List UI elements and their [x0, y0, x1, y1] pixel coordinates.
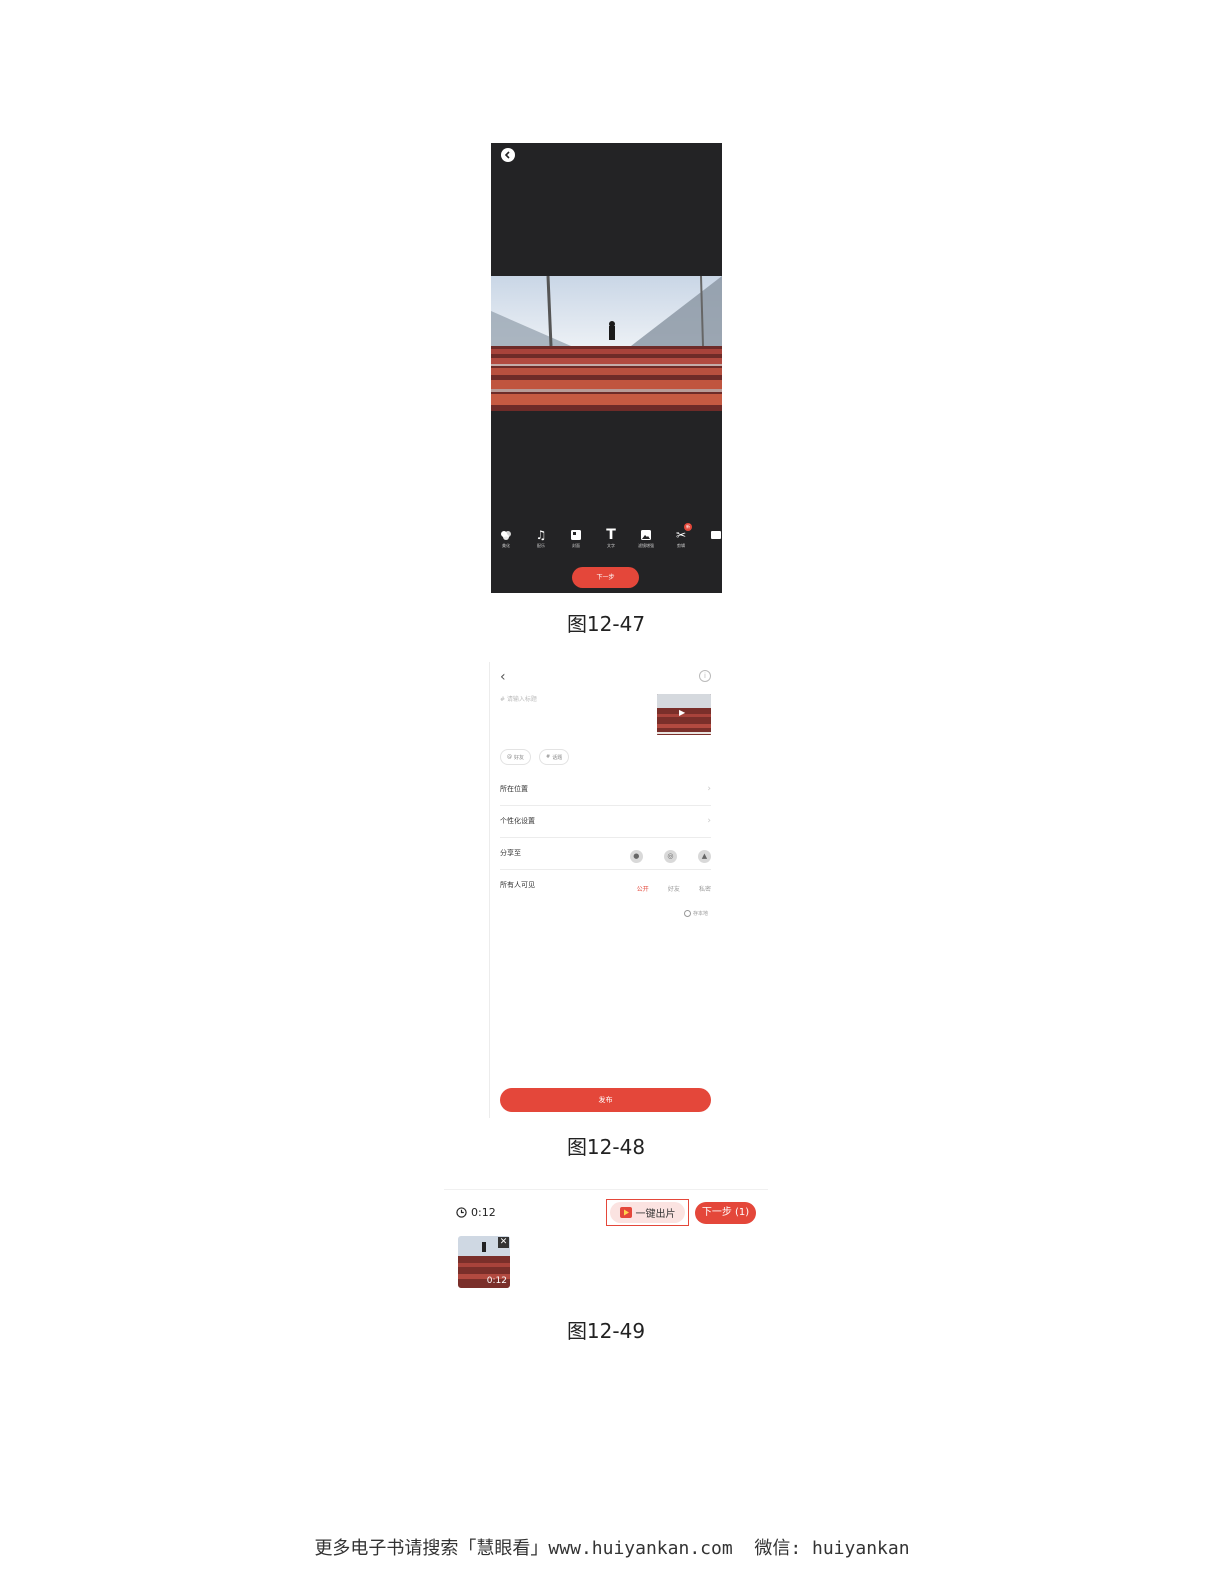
- video-thumbnail[interactable]: ▶: [657, 694, 711, 735]
- qq-icon[interactable]: ▲: [698, 849, 711, 863]
- scissors-icon: ✂ 新: [675, 523, 692, 542]
- tool-label: 剪辑: [677, 543, 685, 548]
- mention-friend-button[interactable]: @ 好友: [500, 749, 532, 765]
- text-icon: T: [606, 527, 616, 543]
- location-row[interactable]: 所在位置 ›: [500, 773, 711, 806]
- publish-screenshot: ‹ i # 请输入标题 ▶ @ 好友 # 话题 所在位置 › 个性化设置 › 分…: [489, 662, 722, 1118]
- one-click-highlight: 一键出片: [606, 1199, 689, 1226]
- footer-text: 更多电子书请搜索「慧眼看」www.huiyankan.com 微信: huiya…: [314, 1538, 910, 1559]
- save-local-toggle[interactable]: 存本地: [684, 910, 708, 917]
- video-play-icon: [619, 1207, 632, 1218]
- tool-beautify[interactable]: 美化: [495, 528, 517, 558]
- radio-icon: [684, 910, 691, 917]
- title-input[interactable]: # 请输入标题: [500, 694, 537, 703]
- tag-label: 好友: [514, 754, 525, 761]
- tag-row: @ 好友 # 话题: [500, 749, 570, 765]
- duration-text: 0:12: [471, 1206, 496, 1219]
- tool-music[interactable]: ♫ 配乐: [530, 528, 552, 558]
- music-note-icon: ♫: [535, 528, 547, 542]
- tool-label: 封面: [572, 543, 580, 548]
- new-badge: 新: [684, 523, 692, 531]
- play-icon: ▶: [679, 708, 686, 717]
- tool-label: 滤镜增强: [638, 543, 654, 548]
- tool-label: 美化: [502, 543, 510, 548]
- moments-icon[interactable]: ◎: [663, 849, 677, 863]
- more-icon: [709, 528, 722, 542]
- personalize-row[interactable]: 个性化设置 ›: [500, 805, 711, 838]
- tool-clip[interactable]: ✂ 新 剪辑: [670, 523, 692, 558]
- tag-label: 话题: [552, 754, 563, 761]
- row-label: 所在位置: [500, 785, 528, 793]
- chevron-left-icon: [504, 151, 510, 159]
- clock-icon: [456, 1207, 467, 1218]
- row-label: 分享至: [500, 849, 521, 857]
- hash-icon: #: [546, 754, 551, 760]
- tool-filter[interactable]: 滤镜增强: [635, 528, 657, 558]
- topic-button[interactable]: # 话题: [539, 749, 570, 765]
- next-step-button[interactable]: 下一步 (1): [695, 1202, 756, 1224]
- tool-label: 配乐: [537, 543, 545, 548]
- figure-caption: 图12-47: [566, 612, 646, 636]
- divider: [489, 662, 490, 1118]
- next-step-button[interactable]: 下一步: [572, 567, 639, 588]
- chevron-right-icon: ›: [707, 816, 711, 826]
- one-click-label: 一键出片: [635, 1209, 676, 1220]
- at-icon: @: [507, 754, 512, 760]
- visibility-friends[interactable]: 好友: [668, 886, 680, 893]
- row-label: 所有人可见: [500, 881, 535, 889]
- tool-more[interactable]: [705, 528, 722, 558]
- video-editor-screenshot: 美化 ♫ 配乐 封面 T 文字 滤镜增强 ✂ 新 剪辑 下一步: [491, 143, 722, 593]
- share-row: 分享至 ● ◎ ▲: [500, 837, 711, 870]
- figure-caption: 图12-49: [566, 1319, 646, 1343]
- wechat-icon[interactable]: ●: [629, 849, 643, 863]
- tool-text[interactable]: T 文字: [600, 528, 622, 558]
- cover-icon: [569, 528, 583, 542]
- tool-cover[interactable]: 封面: [565, 528, 587, 558]
- visibility-public[interactable]: 公开: [637, 886, 649, 893]
- remove-clip-icon[interactable]: ✕: [498, 1237, 509, 1248]
- timeline-screenshot: 0:12 一键出片 下一步 (1) ✕ 0:12: [444, 1189, 768, 1300]
- clip-thumbnail[interactable]: ✕ 0:12: [458, 1236, 510, 1288]
- back-icon[interactable]: ‹: [500, 669, 506, 685]
- publish-button[interactable]: 发布: [500, 1088, 711, 1112]
- stairs-photo: [491, 276, 722, 411]
- chevron-right-icon: ›: [707, 784, 711, 794]
- save-local-label: 存本地: [693, 911, 709, 917]
- image-icon: [639, 528, 653, 542]
- video-preview: [491, 276, 722, 411]
- figure-caption: 图12-48: [566, 1135, 646, 1159]
- back-button[interactable]: [501, 148, 515, 162]
- visibility-row: 所有人可见 公开 好友 私密: [500, 869, 711, 901]
- one-click-button[interactable]: 一键出片: [610, 1202, 685, 1223]
- palette-icon: [499, 528, 513, 542]
- tool-label: 文字: [607, 543, 615, 548]
- duration-display: 0:12: [456, 1206, 496, 1219]
- visibility-private[interactable]: 私密: [699, 886, 711, 893]
- row-label: 个性化设置: [500, 817, 535, 825]
- editor-toolbar: 美化 ♫ 配乐 封面 T 文字 滤镜增强 ✂ 新 剪辑: [495, 523, 722, 558]
- clip-duration: 0:12: [486, 1276, 507, 1286]
- info-icon[interactable]: i: [699, 670, 711, 682]
